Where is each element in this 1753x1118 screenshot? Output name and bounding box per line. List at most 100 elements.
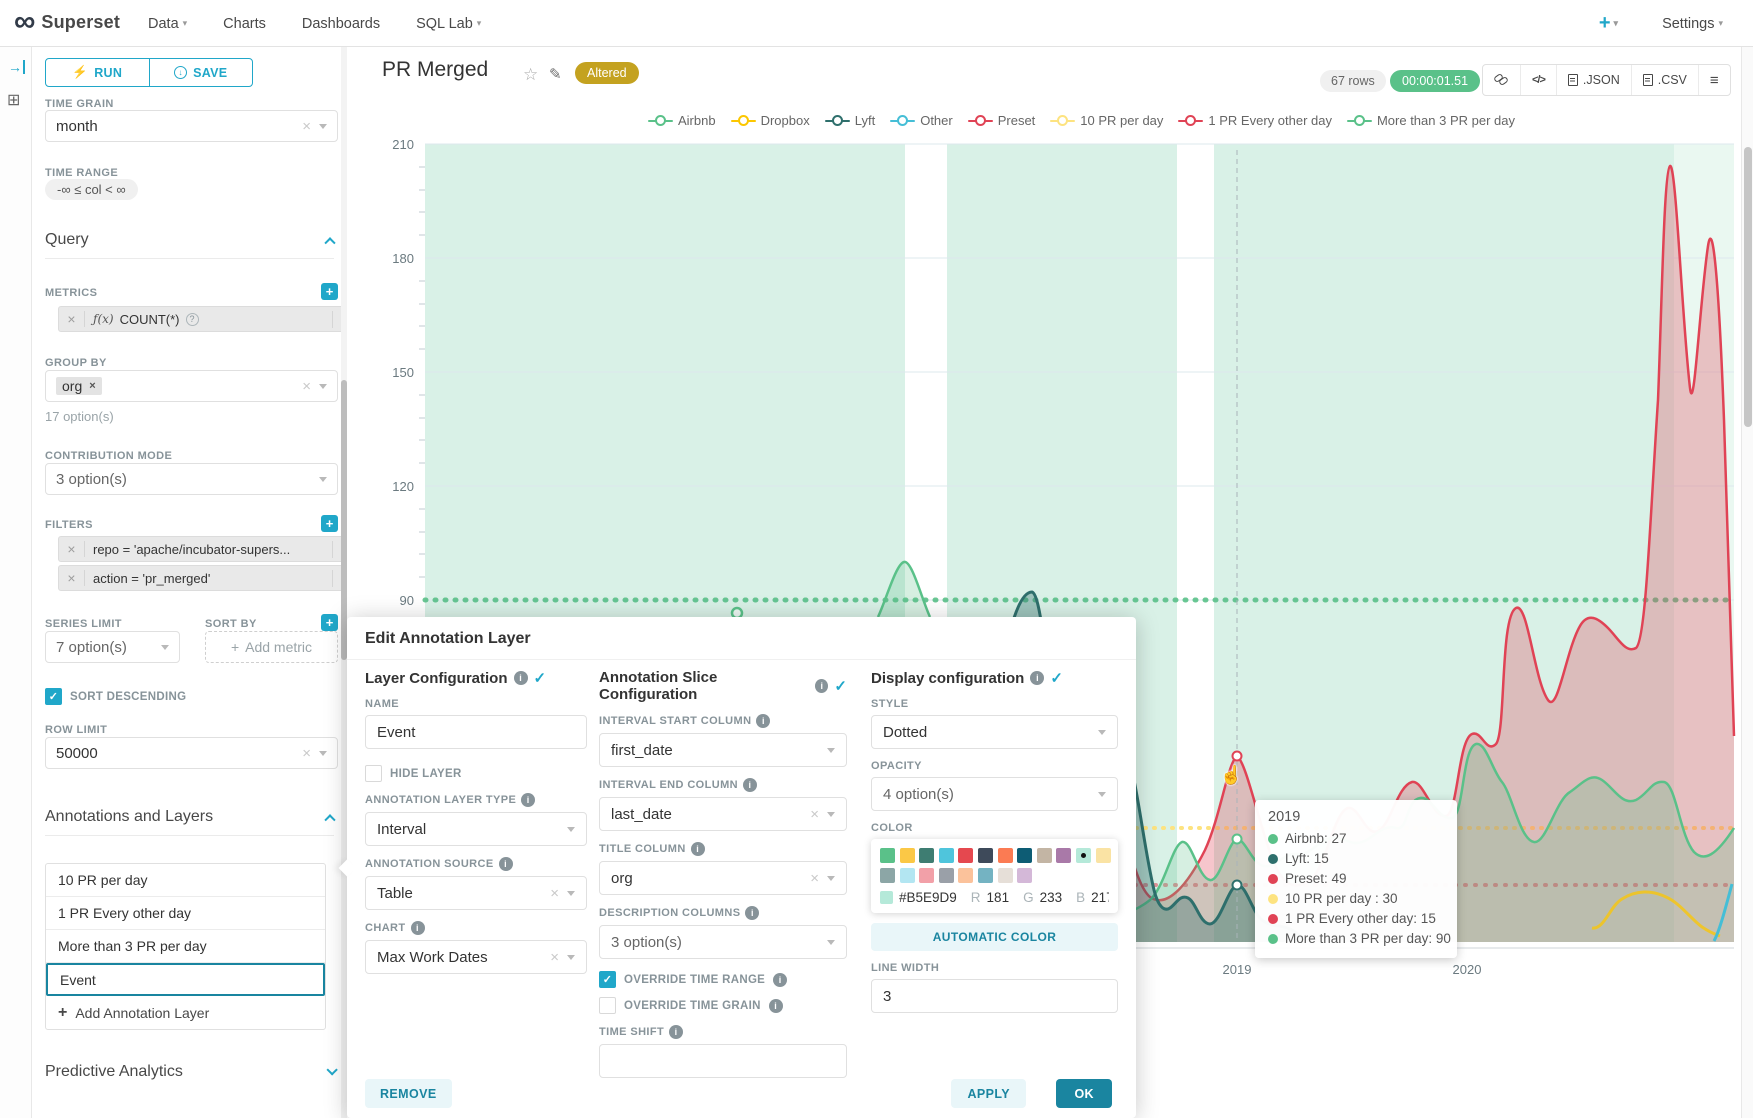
hide-layer-checkbox[interactable] <box>365 765 382 782</box>
info-icon[interactable]: i <box>514 671 528 685</box>
remove-button[interactable]: REMOVE <box>365 1079 452 1108</box>
color-swatch[interactable] <box>1017 868 1032 883</box>
annotations-section-header[interactable]: Annotations and Layers <box>45 808 334 836</box>
info-icon[interactable]: i <box>769 999 783 1013</box>
color-swatch[interactable] <box>958 848 973 863</box>
info-icon[interactable]: i <box>756 714 770 728</box>
info-icon[interactable]: i <box>1030 671 1044 685</box>
color-swatch[interactable] <box>939 868 954 883</box>
export-csv-button[interactable]: .CSV <box>1632 65 1699 95</box>
sort-by-add-metric[interactable]: + Add metric <box>205 631 338 663</box>
color-swatch[interactable] <box>1017 848 1032 863</box>
legend-item-10pr[interactable]: 10 PR per day <box>1050 113 1163 128</box>
info-icon[interactable]: i <box>773 973 787 987</box>
legend-item-1pr[interactable]: 1 PR Every other day <box>1178 113 1332 128</box>
remove-icon[interactable]: × <box>59 570 85 586</box>
info-icon[interactable]: i <box>743 778 757 792</box>
settings-menu[interactable]: Settings ▾ <box>1662 16 1723 32</box>
legend-item-preset[interactable]: Preset <box>968 113 1036 128</box>
info-icon[interactable]: i <box>691 842 705 856</box>
annotation-source-select[interactable]: Table × <box>365 876 587 910</box>
superset-logo[interactable]: ∞ Superset <box>14 8 120 36</box>
nav-item-sql-lab[interactable]: SQL Lab ▾ <box>416 16 481 32</box>
filter-chip[interactable]: × repo = 'apache/incubator-supers... › <box>58 536 347 562</box>
color-swatch[interactable] <box>919 848 934 863</box>
annotation-layer-item[interactable]: More than 3 PR per day <box>46 930 325 963</box>
interval-end-select[interactable]: last_date × <box>599 797 847 831</box>
run-button[interactable]: ⚡ RUN <box>46 59 149 86</box>
override-time-grain-checkbox[interactable] <box>599 997 616 1014</box>
info-icon[interactable]: i <box>815 679 828 693</box>
metric-chip[interactable]: × ƒ(x) COUNT(*) ? › <box>58 306 347 332</box>
add-filter-button[interactable]: + <box>321 515 338 532</box>
clear-icon[interactable]: × <box>302 118 311 135</box>
color-swatch[interactable] <box>978 848 993 863</box>
clear-icon[interactable]: × <box>550 885 559 902</box>
color-swatch[interactable] <box>1037 848 1052 863</box>
color-swatch[interactable] <box>978 868 993 883</box>
page-scrollbar-thumb[interactable] <box>1744 147 1752 427</box>
clear-icon[interactable]: × <box>550 949 559 966</box>
nav-item-dashboards[interactable]: Dashboards <box>302 16 380 32</box>
color-swatch-selected[interactable] <box>1076 848 1091 863</box>
share-link-button[interactable] <box>1483 65 1521 95</box>
opacity-select[interactable]: 4 option(s) <box>871 777 1118 811</box>
group-by-select[interactable]: org × × <box>45 370 338 402</box>
color-swatch[interactable] <box>880 848 895 863</box>
filter-chip[interactable]: × action = 'pr_merged' › <box>58 565 347 591</box>
color-swatch[interactable] <box>900 848 915 863</box>
save-button[interactable]: ↓ SAVE <box>149 59 253 86</box>
predictive-section-header[interactable]: Predictive Analytics <box>45 1063 334 1090</box>
remove-icon[interactable]: × <box>59 541 85 557</box>
ok-button[interactable]: OK <box>1056 1079 1112 1108</box>
time-shift-input[interactable] <box>599 1044 847 1078</box>
time-grain-select[interactable]: month × <box>45 110 338 142</box>
chart-menu-button[interactable]: ≡ <box>1699 65 1730 95</box>
time-range-pill[interactable]: -∞ ≤ col < ∞ <box>45 179 138 200</box>
annotation-layer-item-selected[interactable]: Event <box>46 963 325 996</box>
legend-item-airbnb[interactable]: Airbnb <box>648 113 716 128</box>
clear-icon[interactable]: × <box>302 745 311 762</box>
annotation-layer-item[interactable]: 1 PR Every other day <box>46 897 325 930</box>
contribution-mode-select[interactable]: 3 option(s) <box>45 463 338 495</box>
legend-item-3pr[interactable]: More than 3 PR per day <box>1347 113 1515 128</box>
info-icon[interactable]: i <box>669 1025 683 1039</box>
title-column-select[interactable]: org × <box>599 861 847 895</box>
legend-item-other[interactable]: Other <box>890 113 953 128</box>
nav-item-data[interactable]: Data ▾ <box>148 16 187 32</box>
info-icon[interactable]: i <box>411 921 425 935</box>
color-swatch[interactable] <box>939 848 954 863</box>
color-swatch[interactable] <box>1096 848 1111 863</box>
query-section-header[interactable]: Query <box>45 231 334 259</box>
color-swatch[interactable] <box>998 868 1013 883</box>
add-annotation-layer-button[interactable]: + Add Annotation Layer <box>46 996 325 1029</box>
description-columns-select[interactable]: 3 option(s) <box>599 925 847 959</box>
favorite-star-icon[interactable]: ☆ <box>523 65 538 85</box>
clear-icon[interactable]: × <box>810 870 819 887</box>
apply-button[interactable]: APPLY <box>951 1079 1026 1108</box>
automatic-color-button[interactable]: AUTOMATIC COLOR <box>871 923 1118 951</box>
view-query-button[interactable]: </> <box>1521 65 1557 95</box>
new-item-button[interactable]: + ▾ <box>1599 12 1618 35</box>
name-input[interactable] <box>365 715 587 749</box>
color-swatch[interactable] <box>880 868 895 883</box>
interval-start-select[interactable]: first_date <box>599 733 847 767</box>
color-swatch[interactable] <box>998 848 1013 863</box>
collapse-panel-icon[interactable]: → <box>8 60 25 74</box>
series-limit-select[interactable]: 7 option(s) <box>45 631 180 663</box>
add-sort-metric-button[interactable]: + <box>321 614 338 631</box>
clear-icon[interactable]: × <box>810 806 819 823</box>
sort-descending-checkbox[interactable]: ✓ <box>45 688 62 705</box>
nav-item-charts[interactable]: Charts <box>223 16 266 32</box>
legend-item-dropbox[interactable]: Dropbox <box>731 113 810 128</box>
color-swatch[interactable] <box>958 868 973 883</box>
info-icon[interactable]: i <box>499 857 513 871</box>
remove-icon[interactable]: × <box>59 311 85 327</box>
style-select[interactable]: Dotted <box>871 715 1118 749</box>
legend-item-lyft[interactable]: Lyft <box>825 113 875 128</box>
color-swatch[interactable] <box>919 868 934 883</box>
page-scrollbar-track[interactable] <box>1741 47 1753 1118</box>
override-time-range-checkbox[interactable]: ✓ <box>599 971 616 988</box>
datasource-grid-icon[interactable]: ⊞ <box>7 90 20 110</box>
info-icon[interactable]: i <box>745 906 759 920</box>
